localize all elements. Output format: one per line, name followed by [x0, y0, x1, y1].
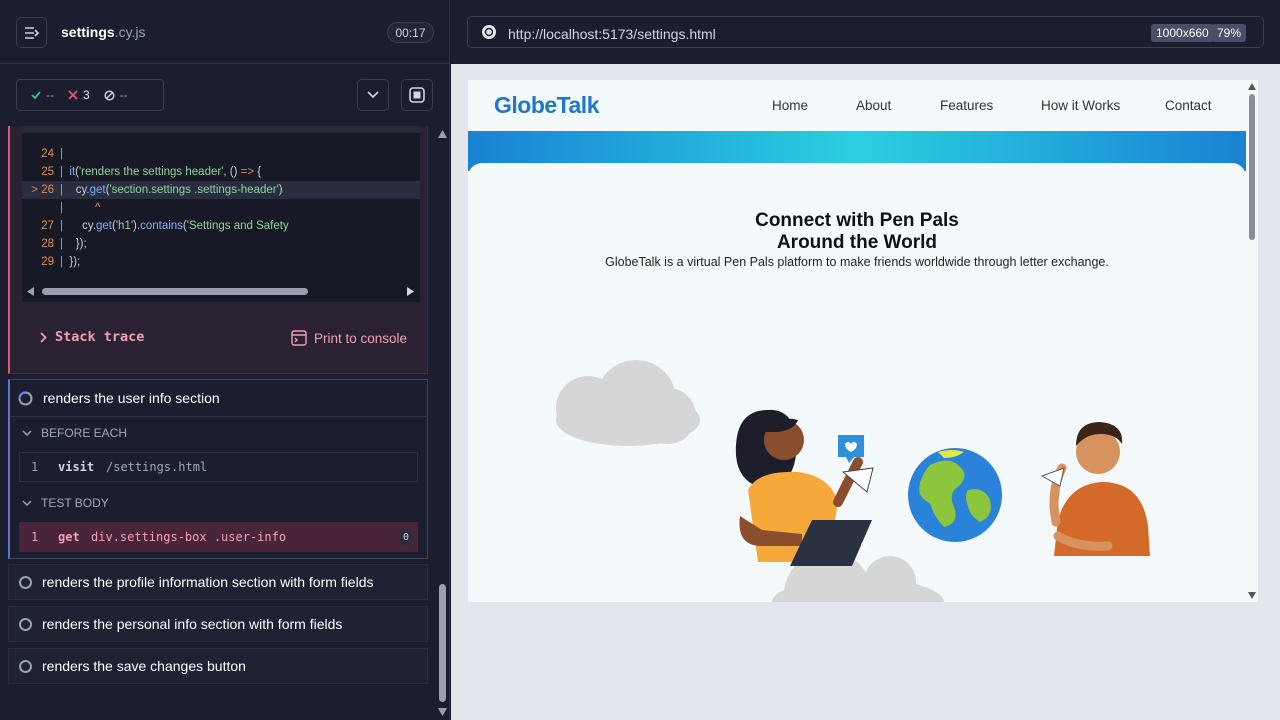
code-line: 29 | });: [41, 256, 81, 268]
chevron-right-icon: [40, 331, 47, 343]
nav-link-contact[interactable]: Contact: [1165, 98, 1212, 113]
pending-circle-icon: [19, 617, 32, 631]
menu-icon: [24, 26, 39, 39]
scroll-up-icon[interactable]: [1248, 83, 1256, 90]
nav-link-home[interactable]: Home: [772, 98, 808, 113]
collapse-all-button[interactable]: [357, 79, 389, 111]
zoom-badge: 79%: [1212, 24, 1247, 42]
scroll-left-icon[interactable]: [27, 287, 35, 296]
cloud-illustration: [556, 360, 700, 446]
pending-circle-icon: [19, 659, 32, 673]
stop-button[interactable]: [401, 79, 433, 111]
test-item-active[interactable]: renders the user info section BEFORE EAC…: [8, 379, 428, 559]
passed-stat: --: [31, 88, 54, 102]
hero-title: Connect with Pen Pals Around the World: [755, 210, 959, 253]
before-each-hook[interactable]: BEFORE EACH: [22, 426, 127, 440]
horizontal-scrollbar[interactable]: [22, 284, 420, 298]
reporter-header: settings.cy.js 00:17: [0, 0, 449, 64]
reporter-scrollbar[interactable]: [436, 126, 449, 720]
error-panel: 24 | 25 | it('renders the settings header'…: [8, 126, 428, 374]
nav-link-how-it-works[interactable]: How it Works: [1041, 98, 1120, 113]
scrollbar-thumb[interactable]: [439, 584, 446, 702]
console-icon: [291, 330, 307, 346]
test-stats: -- 3 --: [16, 79, 164, 111]
code-line: 25 | it('renders the settings header', ()…: [41, 166, 262, 178]
scroll-right-icon[interactable]: [407, 287, 415, 296]
app-scrollbar[interactable]: [1246, 80, 1258, 602]
code-line: 24 |: [41, 148, 63, 160]
element-count-badge: 0: [400, 530, 412, 545]
code-line: | ^: [60, 202, 101, 214]
reporter-panel: settings.cy.js 00:17 -- 3 -- 24 | 25 | i…: [0, 0, 450, 720]
scroll-up-icon[interactable]: [438, 130, 447, 138]
code-line-highlighted: > 26 | cy.get('section.settings .settings…: [22, 181, 420, 199]
code-frame: 24 | 25 | it('renders the settings header'…: [22, 126, 420, 302]
nav-link-about[interactable]: About: [856, 98, 891, 113]
hero-subtitle: GlobeTalk is a virtual Pen Pals platform…: [605, 255, 1109, 269]
url-bar[interactable]: http://localhost:5173/settings.html 1000…: [467, 16, 1264, 48]
x-icon: [68, 90, 78, 100]
chevron-down-icon: [22, 429, 32, 436]
stack-trace-toggle[interactable]: Stack trace: [40, 329, 144, 345]
chevron-down-icon: [367, 91, 379, 99]
command-row[interactable]: 1 visit /settings.html: [19, 452, 418, 482]
scroll-down-icon[interactable]: [1248, 592, 1256, 599]
viewport-size-badge: 1000x660: [1151, 24, 1214, 42]
stop-icon: [409, 87, 425, 103]
nav-link-features[interactable]: Features: [940, 98, 993, 113]
skip-icon: [104, 89, 115, 101]
command-row-failed[interactable]: 1 get div.settings-box .user-info 0: [19, 522, 418, 552]
app-under-test-frame: GlobeTalk Home About Features How it Wor…: [468, 80, 1258, 602]
spec-title: settings.cy.js: [61, 24, 146, 40]
test-body-hook[interactable]: TEST BODY: [22, 496, 109, 510]
scrollbar-thumb[interactable]: [1249, 94, 1255, 240]
woman-illustration: [735, 409, 874, 566]
test-item[interactable]: renders the profile information section …: [8, 564, 428, 600]
scrollbar-thumb[interactable]: [42, 288, 308, 295]
failed-stat: 3: [68, 88, 90, 102]
chevron-down-icon: [22, 499, 32, 506]
hero-illustration: [556, 360, 1150, 602]
selector-playground-icon[interactable]: [481, 24, 497, 40]
pending-circle-icon: [19, 575, 32, 589]
globe-illustration: [908, 448, 1002, 542]
test-item[interactable]: renders the personal info section with f…: [8, 606, 428, 642]
run-timer: 00:17: [387, 22, 434, 43]
site-logo[interactable]: GlobeTalk: [494, 92, 600, 119]
site-navbar: GlobeTalk Home About Features How it Wor…: [468, 80, 1246, 131]
scroll-down-icon[interactable]: [438, 708, 447, 716]
specs-menu-button[interactable]: [16, 17, 47, 48]
code-line: 28 | });: [41, 238, 87, 250]
check-icon: [31, 91, 41, 100]
print-to-console-button[interactable]: Print to console: [291, 330, 407, 346]
test-header[interactable]: renders the user info section: [18, 390, 220, 406]
test-list: 24 | 25 | it('renders the settings header'…: [0, 126, 436, 720]
url-text: http://localhost:5173/settings.html: [508, 26, 716, 42]
browser-header: http://localhost:5173/settings.html 1000…: [451, 0, 1280, 64]
man-illustration: [1040, 422, 1150, 556]
test-item[interactable]: renders the save changes button: [8, 648, 428, 684]
app-preview-panel: http://localhost:5173/settings.html 1000…: [451, 0, 1280, 720]
pending-stat: --: [104, 88, 128, 102]
running-spinner-icon: [18, 390, 33, 405]
code-line: 27 | cy.get('h1').contains('Settings and …: [41, 220, 289, 232]
